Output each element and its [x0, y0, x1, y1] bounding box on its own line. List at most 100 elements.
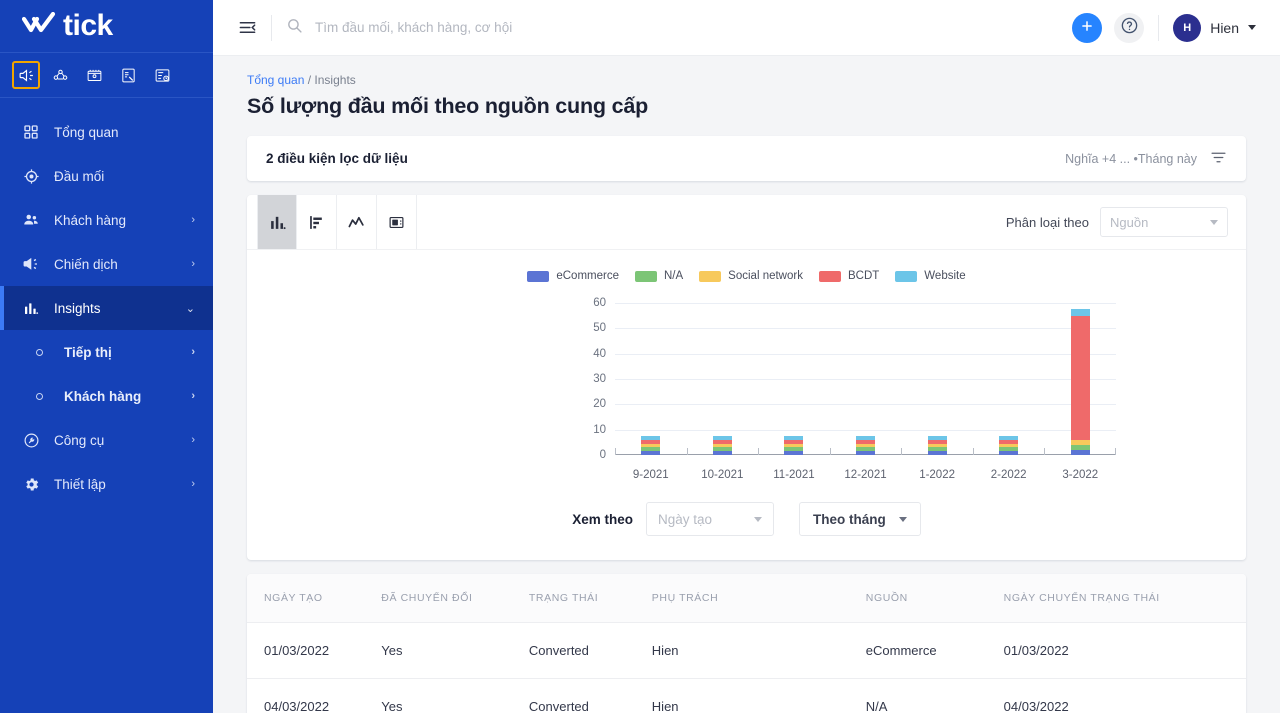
sidebar-item-khach-hang[interactable]: Khách hàng › [0, 198, 213, 242]
chart-stacked-bar[interactable] [927, 436, 947, 455]
people-network-icon[interactable] [46, 61, 74, 89]
storefront-icon[interactable] [80, 61, 108, 89]
sidebar-nav: Tổng quan Đầu mối Khách hàng › Chiến dịc… [0, 98, 213, 713]
chart-stacked-bar[interactable] [1070, 309, 1090, 455]
legend-item[interactable]: Social network [699, 270, 803, 282]
chart-bar-column[interactable] [829, 303, 902, 455]
group-by-select[interactable]: Nguồn [1100, 207, 1228, 237]
target-icon [22, 167, 40, 185]
chart-plot-area: 0 10 20 30 40 50 60 [593, 297, 1116, 461]
chart-bar-column[interactable] [901, 303, 973, 455]
page-content: Tổng quan / Insights Số lượng đầu mối th… [213, 56, 1280, 713]
filter-bar: 2 điều kiện lọc dữ liệu Nghĩa +4 ... •Th… [247, 136, 1246, 181]
chart-bar-column[interactable] [972, 303, 1045, 455]
legend-swatch [818, 270, 841, 282]
legend-item[interactable]: BCDT [818, 270, 879, 282]
chart-bar-column[interactable] [615, 303, 687, 455]
table-column-header[interactable]: NGÀY CHUYỂN TRẠNG THÁI [1003, 574, 1246, 623]
legend-swatch [699, 270, 722, 282]
user-menu[interactable]: H Hien [1173, 13, 1256, 42]
sidebar-item-label: Chiến dịch [54, 256, 118, 272]
chart-bar-column[interactable] [686, 303, 759, 455]
table-column-header[interactable]: ĐÃ CHUYỂN ĐỔI [381, 574, 529, 623]
group-by-value: Nguồn [1110, 214, 1149, 230]
chart-x-tick-label: 12-2021 [844, 469, 887, 481]
table-column-header[interactable]: NGÀY TẠO [247, 574, 382, 623]
legend-swatch [635, 270, 657, 282]
value-card-icon[interactable] [377, 195, 417, 249]
search-input[interactable] [315, 20, 735, 35]
chart-bar-segment[interactable] [641, 451, 661, 455]
chart-stacked-bar[interactable] [712, 436, 732, 455]
chart-bar-segment[interactable] [927, 451, 947, 455]
view-by-period-select[interactable]: Theo tháng [799, 502, 921, 536]
view-by-period-value: Theo tháng [813, 511, 886, 527]
chart-x-tick-label: 1-2022 [919, 469, 955, 481]
view-by-label: Xem theo [572, 511, 633, 527]
breadcrumb-current: Insights [314, 73, 356, 87]
table-cell: 01/03/2022 [1003, 622, 1246, 679]
sidebar-item-khach-hang-sub[interactable]: Khách hàng › [0, 374, 213, 418]
help-button[interactable] [1114, 12, 1145, 43]
bar-chart-horizontal-icon[interactable] [297, 195, 337, 249]
legend-item[interactable]: N/A [635, 270, 683, 282]
table-column-header[interactable]: TRẠNG THÁI [528, 574, 652, 623]
chart-bar-segment[interactable] [856, 451, 876, 455]
add-button[interactable] [1072, 12, 1103, 43]
line-chart-icon[interactable] [337, 195, 377, 249]
chevron-down-icon [1210, 219, 1218, 225]
chart-stacked-bar[interactable] [856, 436, 876, 455]
table-row[interactable]: 01/03/2022 Yes Converted Hien eCommerce 01/03… [247, 622, 1246, 679]
legend-item[interactable]: Website [895, 270, 966, 282]
sidebar-item-tong-quan[interactable]: Tổng quan [0, 110, 213, 154]
sidebar-item-thiet-lap[interactable]: Thiết lập › [0, 462, 213, 506]
list-clock-icon[interactable] [148, 61, 176, 89]
legend-item[interactable]: eCommerce [527, 270, 619, 282]
table-cell: Converted [528, 622, 652, 679]
sidebar-item-dau-moi[interactable]: Đầu mối [0, 154, 213, 198]
topbar-divider [271, 14, 272, 41]
chart-bar-column[interactable] [1044, 303, 1116, 455]
table-cell: N/A [865, 678, 1004, 713]
chart-bar-segment[interactable] [1070, 315, 1090, 440]
chart-bar-column[interactable] [758, 303, 830, 455]
table-column-header[interactable]: PHỤ TRÁCH [651, 574, 866, 623]
chart-x-tick-label: 9-2021 [632, 469, 669, 481]
sidebar-item-tiep-thi[interactable]: Tiếp thị › [0, 330, 213, 374]
chart-bar-segment[interactable] [784, 451, 804, 455]
sidebar-item-label: Thiết lập [54, 476, 106, 492]
chart-stacked-bar[interactable] [784, 436, 804, 455]
chevron-right-icon: › [191, 214, 195, 226]
filter-icon[interactable] [1210, 149, 1227, 169]
users-icon [22, 211, 40, 229]
chart-bar-segment[interactable] [712, 451, 732, 455]
table-column-header[interactable]: NGUỒN [865, 574, 1004, 623]
view-by-field-select[interactable]: Ngày tạo [646, 502, 774, 536]
breadcrumb-root-link[interactable]: Tổng quan [247, 73, 304, 87]
brand-name: tick [63, 9, 113, 42]
sidebar-item-chien-dich[interactable]: Chiến dịch › [0, 242, 213, 286]
group-by-label: Phân loại theo [1005, 214, 1089, 230]
chart-stacked-bar[interactable] [999, 436, 1019, 455]
brand-logo[interactable]: tick [0, 0, 213, 52]
legend-label: Website [924, 270, 966, 282]
bullet-dot-icon [36, 392, 43, 400]
table-row[interactable]: 04/03/2022 Yes Converted Hien N/A 04/03/2022 [247, 678, 1246, 713]
filter-bar-right: Nghĩa +4 ... •Tháng này [1065, 149, 1227, 169]
sidebar-item-label: Tổng quan [54, 124, 119, 140]
chart-bar-segment[interactable] [1070, 449, 1090, 455]
report-tag-icon[interactable] [114, 61, 142, 89]
column-chart-icon[interactable] [257, 195, 297, 249]
megaphone-icon[interactable] [12, 61, 40, 89]
topbar-divider-2 [1158, 14, 1160, 41]
chart-legend: eCommerce N/A Social network BCDT Website [247, 250, 1246, 282]
sidebar-item-insights[interactable]: Insights ⌄ [0, 286, 213, 330]
campaign-megaphone-icon [22, 255, 40, 273]
chart-bar-segment[interactable] [999, 451, 1019, 455]
collapse-sidebar-icon[interactable] [233, 14, 261, 42]
sidebar-item-cong-cu[interactable]: Công cụ › [0, 418, 213, 462]
breadcrumb-separator: / [307, 73, 312, 87]
wrench-circle-icon [22, 431, 40, 449]
chart-stacked-bar[interactable] [641, 436, 661, 455]
chart-y-tick-label: 0 [599, 449, 606, 461]
